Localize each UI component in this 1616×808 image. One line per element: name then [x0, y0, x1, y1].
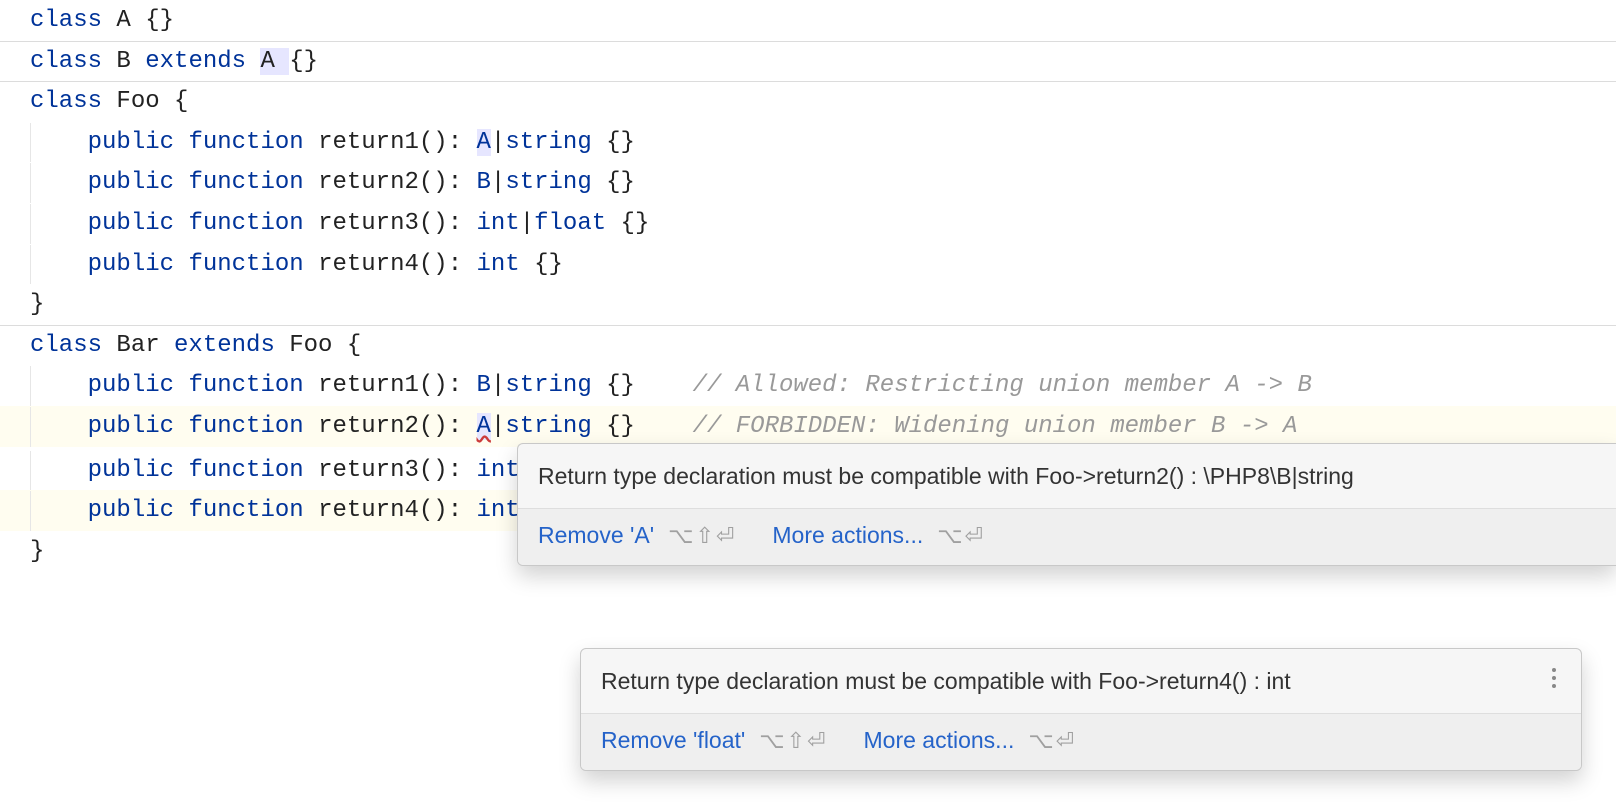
brace-open: {: [174, 88, 188, 115]
keyboard-shortcut: ⌥⇧⏎: [668, 518, 736, 554]
keyword-function: function: [188, 497, 318, 524]
inspection-message: Return type declaration must be compatib…: [581, 649, 1581, 713]
type-int: int: [477, 497, 520, 524]
code-line[interactable]: public function return1(): A|string {}: [0, 122, 1616, 163]
keyword-function: function: [188, 251, 318, 278]
keyword-public: public: [88, 251, 189, 278]
classname: Foo: [116, 88, 174, 115]
type-string: string: [505, 372, 591, 399]
type-int: int: [477, 251, 520, 278]
keyword-public: public: [88, 413, 189, 440]
keyword-extends: extends: [174, 332, 289, 359]
method-name: return3: [318, 210, 419, 237]
type-string: string: [505, 129, 591, 156]
keyword-class: class: [30, 7, 116, 34]
classname: Foo: [289, 332, 347, 359]
keyword-function: function: [188, 413, 318, 440]
inspection-popup-return2: Return type declaration must be compatib…: [517, 443, 1616, 566]
inspection-message: Return type declaration must be compatib…: [518, 444, 1616, 508]
method-name: return2: [318, 169, 419, 196]
type-string: string: [505, 169, 591, 196]
classname: A: [116, 7, 145, 34]
quickfix-remove-a-button[interactable]: Remove 'A' ⌥⇧⏎: [538, 517, 736, 555]
braces: {}: [289, 48, 318, 75]
more-actions-button[interactable]: More actions... ⌥⏎: [864, 722, 1077, 760]
comment: // FORBIDDEN: Widening union member B ->…: [693, 413, 1298, 440]
keyword-class: class: [30, 332, 116, 359]
more-actions-label: More actions...: [864, 722, 1015, 760]
code-line[interactable]: class B extends A {}: [0, 41, 1616, 82]
code-line[interactable]: public function return3(): int|float {}: [0, 203, 1616, 244]
type-string: string: [505, 413, 591, 440]
classname: Bar: [116, 332, 174, 359]
code-line[interactable]: public function return4(): int {}: [0, 244, 1616, 285]
keyword-extends: extends: [145, 48, 260, 75]
keyword-function: function: [188, 129, 318, 156]
method-name: return2: [318, 413, 419, 440]
inspection-actions: Remove 'float' ⌥⇧⏎ More actions... ⌥⏎: [581, 713, 1581, 770]
brace-close: }: [30, 291, 44, 318]
more-actions-button[interactable]: More actions... ⌥⏎: [772, 517, 985, 555]
keyboard-shortcut: ⌥⏎: [1028, 723, 1076, 759]
keyword-public: public: [88, 372, 189, 399]
classname: A: [260, 48, 289, 75]
method-name: return4: [318, 497, 419, 524]
type-int: int: [477, 457, 520, 484]
type-a: A: [477, 129, 491, 156]
keyword-public: public: [88, 169, 189, 196]
keyword-public: public: [88, 497, 189, 524]
keyword-class: class: [30, 88, 116, 115]
code-line[interactable]: class Foo {: [0, 81, 1616, 122]
method-name: return1: [318, 372, 419, 399]
inspection-popup-return4: Return type declaration must be compatib…: [580, 648, 1582, 771]
type-b: B: [477, 372, 491, 399]
brace-open: {: [347, 332, 361, 359]
keyboard-shortcut: ⌥⇧⏎: [759, 723, 827, 759]
code-line[interactable]: public function return2(): A|string {} /…: [0, 406, 1616, 447]
keyword-public: public: [88, 129, 189, 156]
keyword-public: public: [88, 457, 189, 484]
type-b: B: [477, 169, 491, 196]
type-a-error: A: [477, 413, 491, 440]
keyword-class: class: [30, 48, 116, 75]
code-line[interactable]: class Bar extends Foo {: [0, 325, 1616, 366]
method-name: return4: [318, 251, 419, 278]
code-line[interactable]: public function return2(): B|string {}: [0, 162, 1616, 203]
keyboard-shortcut: ⌥⏎: [937, 518, 985, 554]
code-line[interactable]: }: [0, 284, 1616, 325]
classname: B: [116, 48, 145, 75]
keyword-function: function: [188, 372, 318, 399]
type-float: float: [534, 210, 606, 237]
keyword-function: function: [188, 457, 318, 484]
type-int: int: [477, 210, 520, 237]
code-line[interactable]: public function return1(): B|string {} /…: [0, 365, 1616, 406]
brace-close: }: [30, 538, 44, 565]
quickfix-remove-float-button[interactable]: Remove 'float' ⌥⇧⏎: [601, 722, 828, 760]
inspection-actions: Remove 'A' ⌥⇧⏎ More actions... ⌥⏎: [518, 508, 1616, 565]
method-name: return3: [318, 457, 419, 484]
more-actions-label: More actions...: [772, 517, 923, 555]
comment: // Allowed: Restricting union member A -…: [693, 372, 1312, 399]
braces: {}: [145, 7, 174, 34]
popup-more-icon[interactable]: [1539, 663, 1569, 693]
code-line[interactable]: class A {}: [0, 0, 1616, 41]
keyword-public: public: [88, 210, 189, 237]
code-editor[interactable]: class A {} class B extends A {} class Fo…: [0, 0, 1616, 808]
quickfix-label: Remove 'A': [538, 517, 654, 555]
keyword-function: function: [188, 210, 318, 237]
keyword-function: function: [188, 169, 318, 196]
quickfix-label: Remove 'float': [601, 722, 745, 760]
method-name: return1: [318, 129, 419, 156]
